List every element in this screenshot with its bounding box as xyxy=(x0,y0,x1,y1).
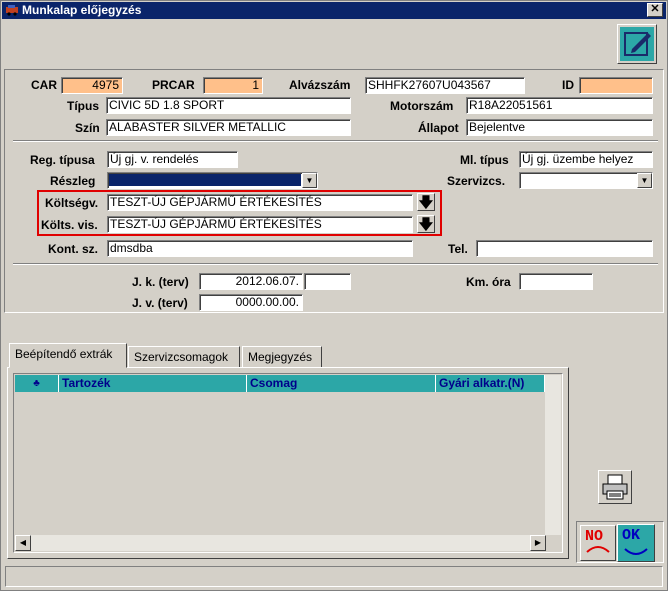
prcar-field[interactable]: 1 xyxy=(203,77,263,94)
chevron-down-icon[interactable]: ▼ xyxy=(637,173,652,188)
tipus-label: Típus xyxy=(67,99,99,113)
grid-header-tartozek[interactable]: Tartozék xyxy=(59,375,247,392)
koltsvis-label: Költs. vis. xyxy=(41,218,98,232)
szervizcs-label: Szervizcs. xyxy=(447,174,506,188)
grid-header-csomag[interactable]: Csomag xyxy=(247,375,436,392)
window-title: Munkalap előjegyzés xyxy=(22,3,142,17)
ml-tipus-label: Ml. típus xyxy=(460,153,509,167)
jv-label: J. v. (terv) xyxy=(132,296,188,310)
tab-beepitendo-extrak[interactable]: Beépítendő extrák xyxy=(9,343,127,368)
prcar-label: PRCAR xyxy=(152,78,195,92)
ml-tipus-field[interactable]: Új gj. üzembe helyez xyxy=(519,151,653,168)
edit-icon xyxy=(620,27,654,61)
motorszam-field[interactable]: R18A22051561 xyxy=(466,97,653,114)
arrow-down-icon[interactable]: 🡇 xyxy=(417,193,435,211)
close-button[interactable]: ✕ xyxy=(647,3,663,17)
koltsegv-field[interactable]: TESZT-ÚJ GÉPJÁRMŰ ÉRTÉKESÍTÉS xyxy=(107,194,413,211)
main-window: Munkalap előjegyzés ✕ CAR 4975 PRCAR 1 A… xyxy=(0,0,668,591)
kmora-field[interactable] xyxy=(519,273,593,290)
title-bar: Munkalap előjegyzés ✕ xyxy=(2,2,666,19)
divider xyxy=(13,140,658,142)
szin-label: Szín xyxy=(75,121,100,135)
szervizcs-select[interactable] xyxy=(519,172,653,189)
ok-button[interactable]: OK xyxy=(617,524,655,562)
reg-tipusa-label: Reg. típusa xyxy=(30,153,95,167)
tab-label: Megjegyzés xyxy=(248,350,313,364)
arrow-down-icon[interactable]: 🡇 xyxy=(417,215,435,233)
motorszam-label: Motorszám xyxy=(390,99,454,113)
alvazszam-field[interactable]: SHHFK27607U043567 xyxy=(365,77,525,94)
jk-time-field[interactable] xyxy=(304,273,351,290)
jk-date-field[interactable]: 2012.06.07. xyxy=(199,273,303,290)
jv-date-field[interactable]: 0000.00.00. xyxy=(199,294,303,311)
tab-label: Beépítendő extrák xyxy=(15,347,113,361)
allapot-field[interactable]: Bejelentve xyxy=(466,119,653,136)
allapot-label: Állapot xyxy=(418,121,459,135)
tab-szervizcsomagok[interactable]: Szervizcsomagok xyxy=(128,346,240,368)
printer-icon xyxy=(602,474,628,500)
kontsz-label: Kont. sz. xyxy=(48,242,98,256)
scroll-right-icon[interactable]: ▶ xyxy=(530,535,546,551)
reszleg-selection xyxy=(109,174,301,186)
no-label: NO xyxy=(585,528,604,545)
divider xyxy=(13,263,658,265)
tipus-field[interactable]: CIVIC 5D 1.8 SPORT xyxy=(106,97,351,114)
reszleg-label: Részleg xyxy=(50,174,96,188)
ok-label: OK xyxy=(622,527,641,544)
horizontal-scrollbar[interactable]: ◀ ▶ xyxy=(15,535,546,551)
kmora-label: Km. óra xyxy=(466,275,511,289)
scroll-left-icon[interactable]: ◀ xyxy=(15,535,31,551)
car-field[interactable]: 4975 xyxy=(61,77,123,94)
id-field[interactable] xyxy=(579,77,653,94)
print-button[interactable] xyxy=(598,470,632,504)
id-label: ID xyxy=(562,78,574,92)
chevron-down-icon[interactable]: ▼ xyxy=(302,173,317,188)
reg-tipusa-field[interactable]: Új gj. v. rendelés xyxy=(107,151,238,168)
tab-label: Szervizcsomagok xyxy=(134,350,229,364)
alvazszam-label: Alvázszám xyxy=(289,78,351,92)
koltsegv-label: Költségv. xyxy=(45,196,99,210)
vertical-scrollbar[interactable] xyxy=(545,375,561,535)
car-label: CAR xyxy=(31,78,57,92)
edit-button[interactable] xyxy=(617,24,657,64)
grid-header-gyari-alkatr[interactable]: Gyári alkatr.(N) xyxy=(436,375,545,392)
jk-label: J. k. (terv) xyxy=(132,275,189,289)
status-bar xyxy=(5,566,663,587)
reszleg-select[interactable]: ▼ xyxy=(107,172,318,189)
grid-header-icon[interactable]: ♣ xyxy=(15,375,59,392)
app-icon xyxy=(6,5,18,16)
tel-field[interactable] xyxy=(476,240,653,257)
szin-field[interactable]: ALABASTER SILVER METALLIC xyxy=(106,119,351,136)
tab-megjegyzes[interactable]: Megjegyzés xyxy=(242,346,322,368)
no-button[interactable]: NO xyxy=(580,525,616,561)
tel-label: Tel. xyxy=(448,242,468,256)
grid-header: ♣ Tartozék Csomag Gyári alkatr.(N) Eg xyxy=(15,375,549,392)
kontsz-field[interactable]: dmsdba xyxy=(107,240,413,257)
extras-grid[interactable]: ♣ Tartozék Csomag Gyári alkatr.(N) Eg ◀ … xyxy=(13,373,563,553)
koltsvis-field[interactable]: TESZT-ÚJ GÉPJÁRMŰ ÉRTÉKESÍTÉS xyxy=(107,216,413,233)
